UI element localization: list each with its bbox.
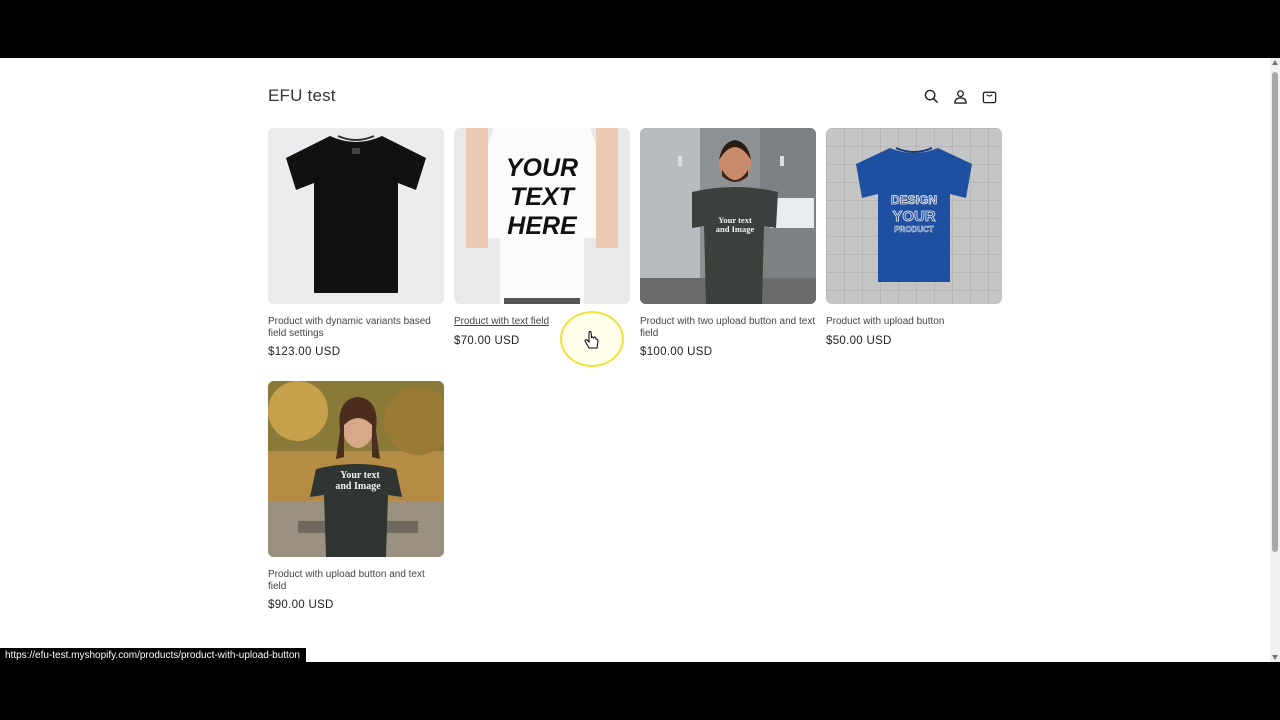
product-card[interactable]: Product with dynamic variants based fiel…: [268, 128, 444, 358]
scroll-up-icon[interactable]: [1272, 60, 1278, 65]
page-scrollbar[interactable]: [1270, 58, 1280, 662]
site-header: EFU test: [268, 82, 1000, 110]
store-logo[interactable]: EFU test: [268, 86, 336, 106]
svg-text:and Image: and Image: [335, 481, 381, 492]
svg-text:Your text: Your text: [340, 470, 380, 481]
product-price: $90.00 USD: [268, 599, 334, 611]
product-image-blue-tshirt[interactable]: DESIGN YOUR PRODUCT: [826, 128, 1002, 304]
cart-icon[interactable]: [981, 88, 998, 105]
product-title[interactable]: Product with upload button and text fiel…: [268, 569, 444, 592]
product-title[interactable]: Product with dynamic variants based fiel…: [268, 316, 444, 339]
svg-text:HERE: HERE: [507, 212, 578, 240]
product-title[interactable]: Product with upload button: [826, 316, 1002, 328]
product-price: $123.00 USD: [268, 346, 341, 358]
product-image-woman-grey-tshirt[interactable]: Your text and Image: [268, 381, 444, 557]
search-icon[interactable]: [923, 88, 940, 105]
account-icon[interactable]: [952, 88, 969, 105]
product-price: $100.00 USD: [640, 346, 713, 358]
product-card[interactable]: Your text and Image Product with two upl…: [640, 128, 816, 358]
header-icons: [923, 88, 998, 105]
svg-text:PRODUCT: PRODUCT: [894, 225, 934, 234]
product-card[interactable]: DESIGN YOUR PRODUCT Product with upload …: [826, 128, 1002, 347]
svg-text:YOUR: YOUR: [892, 208, 936, 225]
product-image-man-grey-tshirt[interactable]: Your text and Image: [640, 128, 816, 304]
product-title[interactable]: Product with two upload button and text …: [640, 316, 816, 339]
product-image-black-tshirt[interactable]: [268, 128, 444, 304]
scroll-down-icon[interactable]: [1272, 655, 1278, 660]
svg-text:and Image: and Image: [716, 224, 755, 234]
svg-text:YOUR: YOUR: [506, 154, 578, 182]
browser-viewport: EFU test Product with dynamic variants b…: [0, 58, 1270, 662]
svg-text:DESIGN: DESIGN: [891, 193, 937, 207]
product-card[interactable]: Your text and Image Product with upload …: [268, 381, 444, 611]
product-price: $50.00 USD: [826, 334, 892, 347]
hand-cursor-icon: [584, 331, 599, 349]
product-image-white-tshirt[interactable]: YOUR TEXT HERE: [454, 128, 630, 304]
scrollbar-thumb[interactable]: [1272, 72, 1278, 552]
status-bar-url: https://efu-test.myshopify.com/products/…: [0, 648, 306, 666]
svg-text:TEXT: TEXT: [510, 183, 577, 211]
